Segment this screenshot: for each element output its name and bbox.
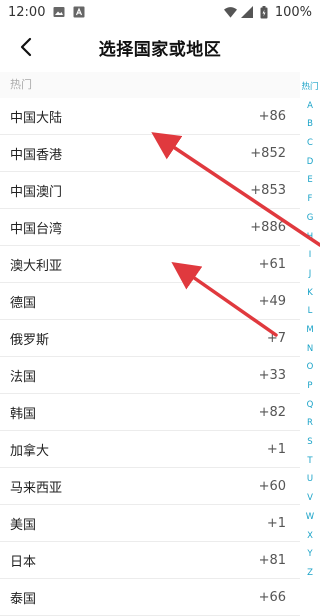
list-item[interactable]: 俄罗斯 +7 xyxy=(0,320,300,357)
dial-code: +86 xyxy=(258,108,286,124)
country-name: 中国大陆 xyxy=(10,110,63,126)
index-letter[interactable]: V xyxy=(307,489,313,508)
image-icon xyxy=(52,6,65,19)
battery-icon xyxy=(258,5,271,19)
index-letter[interactable]: M xyxy=(306,321,313,340)
country-name: 中国台湾 xyxy=(10,221,63,237)
country-list: 热门 中国大陆 +86 中国香港 +852 中国澳门 +853 中国台湾 +886 澳大利亚 +6… xyxy=(0,72,300,616)
index-letter[interactable]: G xyxy=(307,209,314,228)
index-letter[interactable]: J xyxy=(309,265,312,284)
list-item[interactable]: 中国大陆 +86 xyxy=(0,98,300,135)
country-name: 法国 xyxy=(10,369,37,385)
list-item[interactable]: 泰国 +66 xyxy=(0,579,300,616)
index-letter[interactable]: O xyxy=(307,358,314,377)
section-header-hot: 热门 xyxy=(0,72,300,98)
status-bar: 12:00 100% xyxy=(0,0,320,24)
list-item[interactable]: 中国澳门 +853 xyxy=(0,172,300,209)
alphabet-index-bar[interactable]: 热门 A B C D E F G H I J K L M N O P Q R S T U V W X Y Z xyxy=(300,78,320,583)
country-name: 韩国 xyxy=(10,406,37,422)
status-bar-right: 100% xyxy=(223,4,312,20)
wifi-icon xyxy=(223,6,237,19)
index-letter[interactable]: T xyxy=(307,452,312,471)
list-item[interactable]: 中国台湾 +886 xyxy=(0,209,300,246)
index-letter[interactable]: P xyxy=(307,377,312,396)
signal-icon xyxy=(241,6,254,19)
country-rows: 中国大陆 +86 中国香港 +852 中国澳门 +853 中国台湾 +886 澳大利亚 +61 德国… xyxy=(0,98,300,616)
dial-code: +66 xyxy=(258,589,286,605)
dial-code: +82 xyxy=(258,404,286,420)
index-letter[interactable]: Z xyxy=(307,564,313,583)
list-item[interactable]: 中国香港 +852 xyxy=(0,135,300,172)
dial-code: +852 xyxy=(250,145,286,161)
dial-code: +7 xyxy=(266,330,286,346)
dial-code: +1 xyxy=(266,441,286,457)
country-name: 日本 xyxy=(10,554,37,570)
page-title: 选择国家或地区 xyxy=(98,39,222,60)
list-item[interactable]: 韩国 +82 xyxy=(0,394,300,431)
country-name: 加拿大 xyxy=(10,443,50,459)
dial-code: +886 xyxy=(250,219,286,235)
index-letter[interactable]: W xyxy=(306,508,314,527)
index-letter[interactable]: H xyxy=(307,228,313,247)
index-letter[interactable]: E xyxy=(307,171,312,190)
dial-code: +853 xyxy=(250,182,286,198)
status-bar-left: 12:00 xyxy=(8,5,85,20)
dial-code: +49 xyxy=(258,293,286,309)
list-item[interactable]: 马来西亚 +60 xyxy=(0,468,300,505)
index-letter[interactable]: L xyxy=(308,302,313,321)
list-item[interactable]: 日本 +81 xyxy=(0,542,300,579)
status-time: 12:00 xyxy=(8,4,46,20)
index-letter[interactable]: Q xyxy=(307,396,314,415)
dial-code: +61 xyxy=(258,256,286,272)
index-letter[interactable]: Y xyxy=(307,545,312,564)
list-item[interactable]: 加拿大 +1 xyxy=(0,431,300,468)
list-item[interactable]: 法国 +33 xyxy=(0,357,300,394)
list-item[interactable]: 澳大利亚 +61 xyxy=(0,246,300,283)
country-name: 美国 xyxy=(10,517,37,533)
index-letter[interactable]: I xyxy=(309,246,312,265)
index-letter[interactable]: A xyxy=(307,97,313,116)
index-letter[interactable]: S xyxy=(307,433,312,452)
country-name: 俄罗斯 xyxy=(10,332,50,348)
back-button[interactable] xyxy=(12,33,40,61)
list-item[interactable]: 美国 +1 xyxy=(0,505,300,542)
dial-code: +1 xyxy=(266,515,286,531)
app-notification-icon xyxy=(72,6,85,19)
index-letter[interactable]: K xyxy=(307,284,313,303)
index-letter[interactable]: U xyxy=(307,470,313,489)
country-name: 中国香港 xyxy=(10,147,63,163)
index-letter[interactable]: F xyxy=(308,190,313,209)
dial-code: +33 xyxy=(258,367,286,383)
chevron-left-icon xyxy=(20,37,32,57)
index-letter[interactable]: C xyxy=(307,134,313,153)
country-name: 澳大利亚 xyxy=(10,258,63,274)
index-letter[interactable]: X xyxy=(307,527,313,546)
dial-code: +81 xyxy=(258,552,286,568)
country-name: 中国澳门 xyxy=(10,184,63,200)
list-item[interactable]: 德国 +49 xyxy=(0,283,300,320)
index-letter[interactable]: 热门 xyxy=(301,78,318,97)
index-letter[interactable]: R xyxy=(307,414,313,433)
index-letter[interactable]: N xyxy=(307,340,313,359)
dial-code: +60 xyxy=(258,478,286,494)
country-name: 泰国 xyxy=(10,591,37,607)
country-name: 马来西亚 xyxy=(10,480,63,496)
index-letter[interactable]: B xyxy=(307,115,313,134)
header: 选择国家或地区 xyxy=(0,24,320,70)
country-name: 德国 xyxy=(10,295,37,311)
battery-percent: 100% xyxy=(274,4,312,20)
index-letter[interactable]: D xyxy=(307,153,314,172)
